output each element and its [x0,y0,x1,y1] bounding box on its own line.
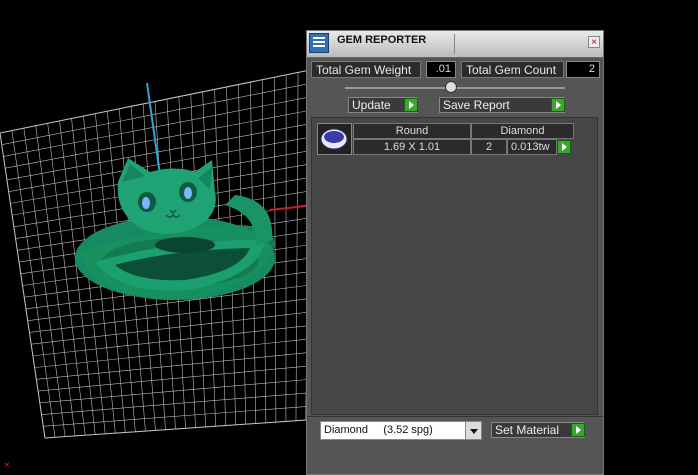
gem-list: Round Diamond 1.69 X 1.01 2 0.013tw [311,117,598,415]
update-button-label: Update [352,98,391,112]
panel-divider [307,416,603,417]
gem-row-arrow-icon[interactable] [557,140,571,154]
update-button[interactable]: Update [348,97,418,113]
save-report-button-label: Save Report [443,98,510,112]
set-material-arrow-icon [571,423,585,437]
slider-thumb[interactable] [444,81,457,93]
save-report-button[interactable]: Save Report [439,97,565,113]
set-material-button[interactable]: Set Material [491,422,585,438]
set-material-button-label: Set Material [495,423,560,437]
save-report-arrow-icon [551,98,565,112]
gem-weight-cell: 0.013tw [507,139,557,155]
total-gem-weight-value: .01 [426,61,456,78]
gem-shape-header: Round [353,123,471,139]
axis-origin-marker: × [4,460,10,471]
gem-reporter-app-icon [309,33,329,53]
panel-titlebar[interactable]: GEM REPORTER × [307,31,603,58]
total-gem-count-label: Total Gem Count [461,61,564,78]
viewport-edge [686,0,698,475]
gem-count-cell: 2 [471,139,507,155]
gem-size-cell: 1.69 X 1.01 [353,139,471,155]
titlebar-divider [454,34,455,54]
panel-title: GEM REPORTER [337,34,427,46]
close-button[interactable]: × [588,36,600,48]
material-select[interactable]: Diamond (3.52 spg) [320,421,482,440]
material-select-value: Diamond (3.52 spg) [324,424,433,436]
gem-reporter-panel: GEM REPORTER × Total Gem Weight .01 Tota… [306,30,604,475]
total-gem-count-value: 2 [566,61,600,78]
chevron-down-icon[interactable] [465,422,481,439]
gem-material-header: Diamond [471,123,574,139]
total-gem-weight-label: Total Gem Weight [311,61,421,78]
update-arrow-icon [404,98,418,112]
round-gem-thumbnail-icon[interactable] [317,123,352,155]
